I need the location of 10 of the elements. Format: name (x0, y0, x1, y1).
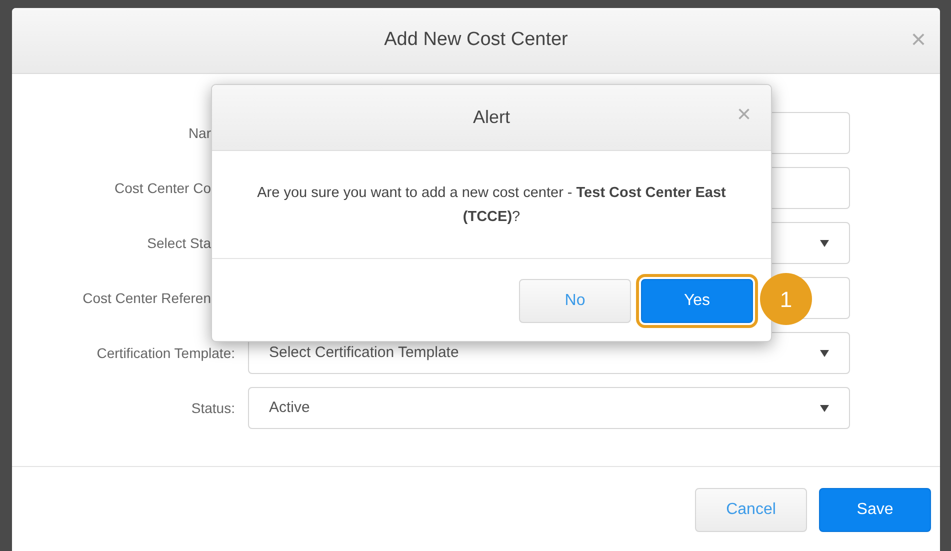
step-callout-tooltip: 1 (760, 273, 812, 325)
field-label: Select Sta (147, 234, 211, 252)
field-label: Cost Center Referen (82, 288, 211, 308)
field-label: Nar (188, 124, 211, 142)
field-label: Certification Template: (96, 344, 235, 363)
alert-title: Alert (472, 106, 510, 129)
field-label: Cost Center Co (114, 178, 211, 198)
dialog-title: Add New Cost Center (384, 28, 568, 52)
alert-message: Are you sure you want to add a new cost center - Test Cost Center East (TCCE)? (256, 184, 727, 226)
field-label: Status: (191, 398, 235, 418)
